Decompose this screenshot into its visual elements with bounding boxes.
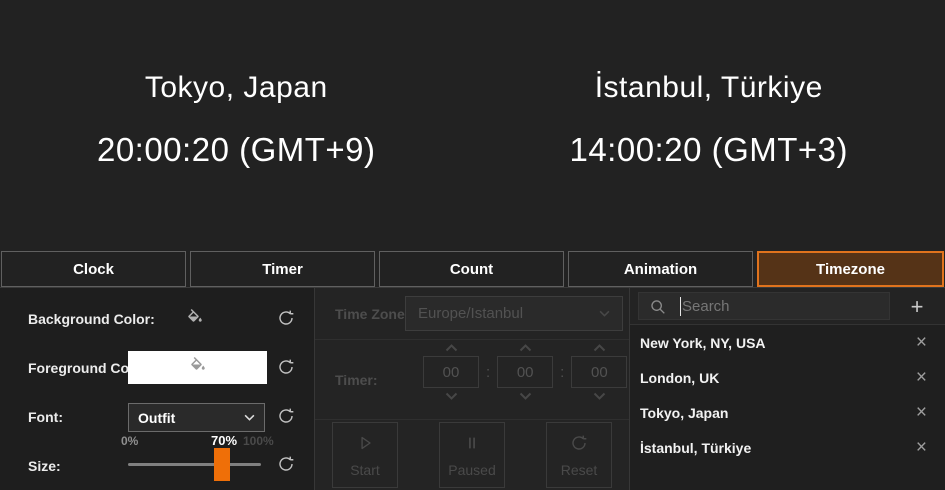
tab-animation[interactable]: Animation xyxy=(568,251,753,287)
size-slider-thumb[interactable] xyxy=(214,448,230,481)
location-name: London, UK xyxy=(640,370,719,386)
timer-label: Timer: xyxy=(335,372,378,388)
hours-spinner: 00 xyxy=(423,344,479,400)
search-icon xyxy=(649,298,666,315)
timer-spinners: 00 : 00 : 00 xyxy=(423,344,627,400)
font-select-value: Outfit xyxy=(138,410,175,426)
tab-timer[interactable]: Timer xyxy=(190,251,375,287)
spinner-down-icon[interactable] xyxy=(593,392,606,400)
refresh-icon xyxy=(276,308,296,331)
search-row: + xyxy=(630,288,945,325)
clock-city: İstanbul, Türkiye xyxy=(595,71,823,105)
clock-display: Tokyo, Japan 20:00:20 (GMT+9) İstanbul, … xyxy=(0,0,945,251)
clock-column-right: İstanbul, Türkiye 14:00:20 (GMT+3) xyxy=(473,0,945,251)
remove-location-button[interactable]: × xyxy=(916,438,927,457)
remove-location-button[interactable]: × xyxy=(916,368,927,387)
spinner-down-icon[interactable] xyxy=(445,392,458,400)
timezone-select-value: Europe/Istanbul xyxy=(418,305,523,322)
chevron-down-icon xyxy=(599,310,610,317)
minutes-spinner: 00 xyxy=(497,344,553,400)
clock-time: 20:00:20 (GMT+9) xyxy=(97,131,376,169)
locations-list: New York, NY, USA × London, UK × Tokyo, … xyxy=(630,325,945,465)
reset-button-label: Reset xyxy=(561,462,598,478)
search-box[interactable] xyxy=(638,292,890,320)
refresh-icon xyxy=(276,454,296,477)
foreground-color-swatch[interactable] xyxy=(128,351,267,384)
tab-timezone[interactable]: Timezone xyxy=(757,251,944,287)
size-current-label: 70% xyxy=(211,433,237,448)
size-reset-button[interactable] xyxy=(276,454,296,477)
remove-location-button[interactable]: × xyxy=(916,403,927,422)
location-row: İstanbul, Türkiye × xyxy=(630,430,945,465)
add-location-button[interactable]: + xyxy=(904,294,930,319)
background-color-reset-button[interactable] xyxy=(276,308,296,331)
remove-location-button[interactable]: × xyxy=(916,333,927,352)
clock-time: 14:00:20 (GMT+3) xyxy=(569,131,848,169)
size-label: Size: xyxy=(28,458,61,474)
location-row: New York, NY, USA × xyxy=(630,325,945,360)
time-zone-label: Time Zone: xyxy=(335,306,409,322)
tab-clock[interactable]: Clock xyxy=(1,251,186,287)
app-root: Tokyo, Japan 20:00:20 (GMT+9) İstanbul, … xyxy=(0,0,945,490)
settings-area: Background Color: Foreground Color: xyxy=(0,287,945,490)
refresh-icon xyxy=(276,357,296,380)
spinner-up-icon[interactable] xyxy=(445,344,458,352)
tab-bar: Clock Timer Count Animation Timezone xyxy=(0,251,945,287)
foreground-color-reset-button[interactable] xyxy=(276,357,296,380)
minutes-value[interactable]: 00 xyxy=(497,356,553,388)
clock-column-left: Tokyo, Japan 20:00:20 (GMT+9) xyxy=(0,0,473,251)
timer-row: Timer: 00 : 00 : xyxy=(315,340,629,420)
locations-panel: + New York, NY, USA × London, UK × Tokyo… xyxy=(630,288,945,490)
chevron-down-icon xyxy=(244,414,255,421)
spinner-up-icon[interactable] xyxy=(519,344,532,352)
seconds-spinner: 00 xyxy=(571,344,627,400)
reset-button[interactable]: Reset xyxy=(546,422,612,488)
size-slider[interactable] xyxy=(128,448,261,481)
search-input[interactable] xyxy=(639,293,889,319)
location-name: Tokyo, Japan xyxy=(640,405,728,421)
tab-count[interactable]: Count xyxy=(379,251,564,287)
size-min-label: 0% xyxy=(121,434,138,448)
timezone-timer-panel: Time Zone: Europe/Istanbul Timer: 00 xyxy=(315,288,630,490)
timer-separator: : xyxy=(560,364,564,381)
font-reset-button[interactable] xyxy=(276,406,296,429)
location-name: New York, NY, USA xyxy=(640,335,766,351)
play-icon xyxy=(355,433,375,456)
hours-value[interactable]: 00 xyxy=(423,356,479,388)
pause-icon xyxy=(462,433,482,456)
paint-bucket-icon xyxy=(189,357,207,378)
spinner-down-icon[interactable] xyxy=(519,392,532,400)
timezone-select-row: Time Zone: Europe/Istanbul xyxy=(315,288,629,340)
refresh-icon xyxy=(276,406,296,429)
background-color-picker-button[interactable] xyxy=(186,309,204,330)
slider-track xyxy=(128,463,261,466)
timezone-select[interactable]: Europe/Istanbul xyxy=(405,296,623,331)
spinner-up-icon[interactable] xyxy=(593,344,606,352)
paint-bucket-icon xyxy=(186,309,204,330)
text-caret xyxy=(680,297,681,316)
font-label: Font: xyxy=(28,409,63,425)
location-name: İstanbul, Türkiye xyxy=(640,440,751,456)
clock-city: Tokyo, Japan xyxy=(145,71,328,105)
background-color-label: Background Color: xyxy=(28,311,155,327)
start-button[interactable]: Start xyxy=(332,422,398,488)
seconds-value[interactable]: 00 xyxy=(571,356,627,388)
paused-button-label: Paused xyxy=(448,462,495,478)
timer-controls-row: Start Paused Reset xyxy=(315,420,629,490)
refresh-icon xyxy=(569,433,589,456)
paused-button[interactable]: Paused xyxy=(439,422,505,488)
font-select[interactable]: Outfit xyxy=(128,403,265,432)
timer-separator: : xyxy=(486,364,490,381)
location-row: Tokyo, Japan × xyxy=(630,395,945,430)
size-max-label: 100% xyxy=(243,434,274,448)
start-button-label: Start xyxy=(350,462,380,478)
location-row: London, UK × xyxy=(630,360,945,395)
appearance-panel: Background Color: Foreground Color: xyxy=(0,288,315,490)
